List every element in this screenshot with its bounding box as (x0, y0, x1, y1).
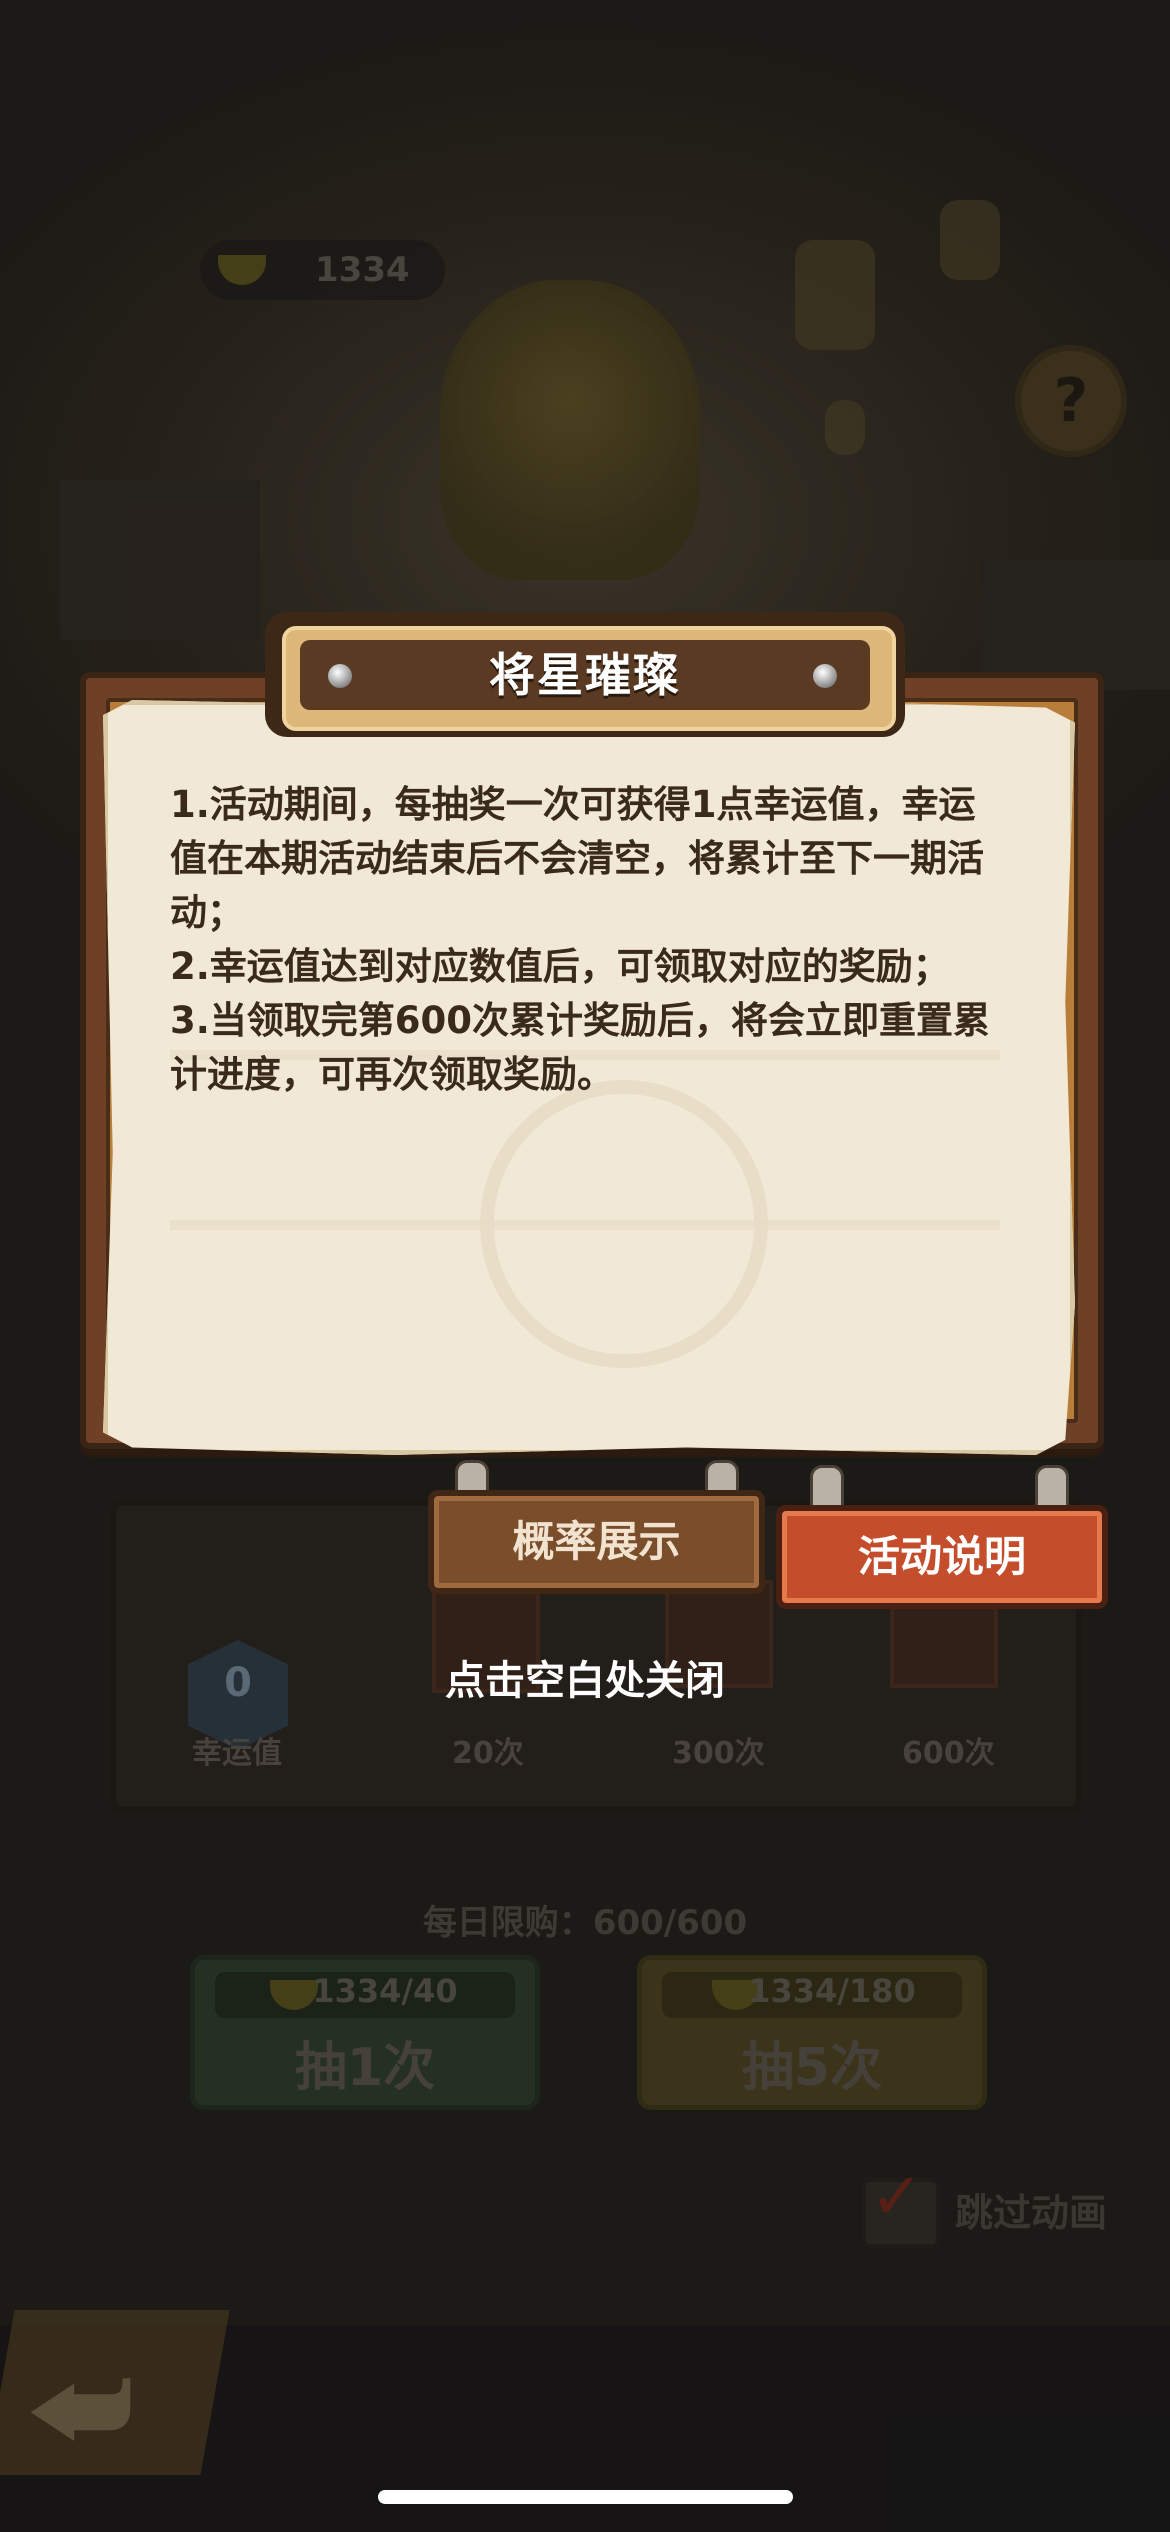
modal-title: 将星璀璨 (489, 648, 681, 702)
rule-item-1: 1.活动期间，每抽奖一次可获得1点幸运值，幸运值在本期活动结束后不会清空，将累计… (170, 783, 984, 934)
rules-text: 1.活动期间，每抽奖一次可获得1点幸运值，幸运值在本期活动结束后不会清空，将累计… (170, 778, 1005, 1102)
parchment-ornament (480, 1080, 768, 1368)
rule-item-3: 3.当领取完第600次累计奖励后，将会立即重置累计进度，可再次领取奖励。 (170, 999, 991, 1096)
close-hint: 点击空白处关闭 (445, 1658, 725, 1704)
home-indicator[interactable] (378, 2490, 793, 2504)
rule-item-2: 2.幸运值达到对应数值后，可领取对应的奖励； (170, 945, 950, 988)
tab-probability[interactable]: 概率展示 (428, 1490, 765, 1594)
tab-description[interactable]: 活动说明 (776, 1505, 1108, 1609)
